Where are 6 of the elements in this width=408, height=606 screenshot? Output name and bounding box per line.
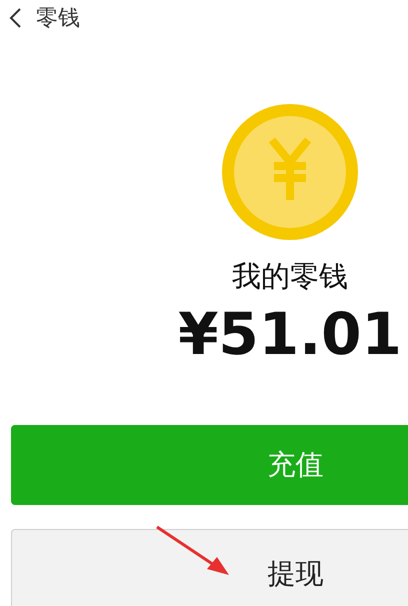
balance-amount: ¥51.01 (178, 305, 402, 363)
page-title: 零钱 (36, 4, 80, 32)
balance-label: 我的零钱 (232, 262, 348, 291)
back-icon[interactable] (8, 7, 22, 29)
coin-icon (222, 104, 358, 240)
withdraw-button[interactable]: 提现 (11, 529, 408, 606)
